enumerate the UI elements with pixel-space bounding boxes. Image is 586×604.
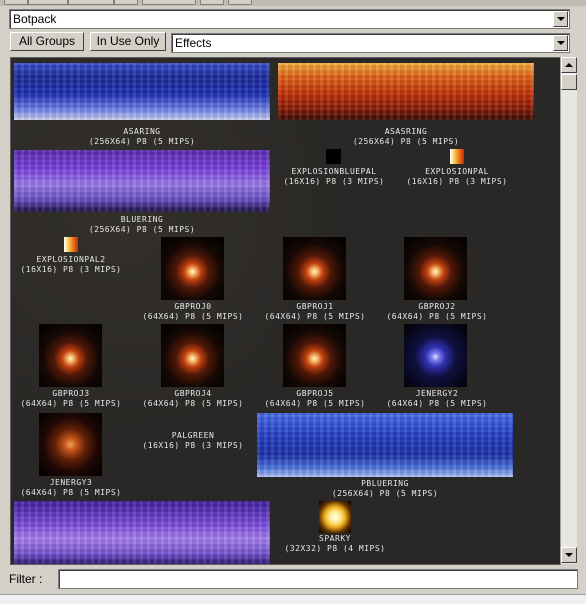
chevron-down-icon[interactable] (553, 11, 568, 27)
texture-thumbnail-gbproj1[interactable] (283, 237, 346, 300)
texture-label: EXPLOSIONPAL2 (16X16) P8 (3 MIPS) (11, 255, 131, 275)
toolbar-tab[interactable] (68, 0, 114, 5)
texture-info: (256X64) P8 (5 MIPS) (331, 489, 439, 498)
texture-info: (16X16) P8 (3 MIPS) (283, 177, 385, 186)
texture-thumbnail-asaring[interactable] (14, 63, 270, 120)
top-tab-strip (0, 0, 586, 6)
texture-name: EXPLOSIONPAL (425, 167, 489, 176)
texture-name: PALGREEN (171, 431, 215, 440)
filter-input[interactable] (58, 569, 578, 589)
texture-label: ASASRING (256X64) P8 (5 MIPS) (278, 127, 534, 147)
texture-name: SPARKY (319, 534, 351, 543)
texture-name: EXPLOSIONBLUEPAL (291, 167, 377, 176)
texture-label[interactable]: PALGREEN (16X16) P8 (3 MIPS) (133, 431, 253, 451)
texture-info: (16X16) P8 (3 MIPS) (406, 177, 508, 186)
texture-thumbnail-jenergy3[interactable] (39, 413, 102, 476)
texture-info: (256X64) P8 (5 MIPS) (352, 137, 460, 146)
texture-info: (64X64) P8 (5 MIPS) (142, 399, 244, 408)
texture-info: (64X64) P8 (5 MIPS) (20, 488, 122, 497)
texture-label: GBPROJ5 (64X64) P8 (5 MIPS) (255, 389, 375, 409)
all-groups-button[interactable]: All Groups (10, 32, 84, 51)
in-use-only-button[interactable]: In Use Only (90, 32, 166, 51)
toolbar-tab[interactable] (114, 0, 138, 5)
texture-name: BLUERING (120, 215, 164, 224)
texture-label: BLUERING (256X64) P8 (5 MIPS) (14, 215, 270, 235)
texture-browser-viewport[interactable]: ASARING (256X64) P8 (5 MIPS) ASASRING (256… (10, 57, 561, 565)
package-select[interactable]: Botpack (9, 9, 570, 29)
toolbar-tab[interactable] (142, 0, 196, 5)
filter-label: Filter : (9, 572, 43, 586)
chevron-down-icon[interactable] (553, 35, 568, 51)
texture-label: EXPLOSIONBLUEPAL (16X16) P8 (3 MIPS) (275, 167, 393, 187)
texture-name: JENERGY2 (415, 389, 459, 398)
toolbar-tab[interactable] (228, 0, 252, 5)
scroll-up-icon[interactable] (561, 57, 577, 73)
scroll-thumb[interactable] (561, 74, 577, 90)
toolbar-tab[interactable] (4, 0, 28, 5)
texture-name: GBPROJ1 (296, 302, 334, 311)
texture-info: (16X16) P8 (3 MIPS) (142, 441, 244, 450)
vertical-scrollbar[interactable] (560, 57, 577, 564)
toolbar-tab[interactable] (28, 0, 68, 5)
texture-thumbnail-explosionpal[interactable] (450, 149, 464, 164)
texture-label: ASARING (256X64) P8 (5 MIPS) (14, 127, 270, 147)
texture-label: PBLUERING (256X64) P8 (5 MIPS) (257, 479, 513, 499)
texture-info: (32X32) P8 (4 MIPS) (284, 544, 386, 553)
group-select-value: Effects (175, 36, 212, 50)
texture-name: GBPROJ3 (52, 389, 90, 398)
texture-info: (64X64) P8 (5 MIPS) (142, 312, 244, 321)
texture-info: (16X16) P8 (3 MIPS) (20, 265, 122, 274)
texture-name: EXPLOSIONPAL2 (36, 255, 106, 264)
texture-info: (256X64) P8 (5 MIPS) (88, 225, 196, 234)
texture-thumbnail-partial[interactable] (14, 501, 270, 564)
texture-thumbnail-gbproj4[interactable] (161, 324, 224, 387)
texture-thumbnail-gbproj2[interactable] (404, 237, 467, 300)
texture-thumbnail-gbproj0[interactable] (161, 237, 224, 300)
texture-name: GBPROJ5 (296, 389, 334, 398)
texture-name: GBPROJ2 (418, 302, 456, 311)
texture-label: SPARKY (32X32) P8 (4 MIPS) (275, 534, 395, 554)
texture-name: PBLUERING (361, 479, 409, 488)
texture-thumbnail-explosionpal2[interactable] (64, 237, 78, 252)
texture-thumbnail-asasring[interactable] (278, 63, 534, 120)
texture-thumbnail-pbluering[interactable] (257, 413, 513, 477)
scroll-down-icon[interactable] (561, 547, 577, 563)
texture-name: JENERGY3 (49, 478, 93, 487)
texture-thumbnail-bluering[interactable] (14, 150, 270, 212)
texture-label: EXPLOSIONPAL (16X16) P8 (3 MIPS) (398, 167, 516, 187)
texture-thumbnail-gbproj5[interactable] (283, 324, 346, 387)
group-select[interactable]: Effects (171, 33, 570, 53)
texture-thumbnail-gbproj3[interactable] (39, 324, 102, 387)
texture-label: JENERGY3 (64X64) P8 (5 MIPS) (11, 478, 131, 498)
texture-thumbnail-jenergy2[interactable] (404, 324, 467, 387)
texture-label: GBPROJ2 (64X64) P8 (5 MIPS) (377, 302, 497, 322)
toolbar-tab[interactable] (200, 0, 224, 5)
texture-name: ASARING (123, 127, 161, 136)
texture-info: (64X64) P8 (5 MIPS) (264, 399, 366, 408)
texture-label: GBPROJ0 (64X64) P8 (5 MIPS) (133, 302, 253, 322)
texture-label: GBPROJ3 (64X64) P8 (5 MIPS) (11, 389, 131, 409)
texture-info: (256X64) P8 (5 MIPS) (88, 137, 196, 146)
texture-label: JENERGY2 (64X64) P8 (5 MIPS) (377, 389, 497, 409)
texture-info: (64X64) P8 (5 MIPS) (386, 399, 488, 408)
texture-thumbnail-explosionbluepal[interactable] (326, 149, 341, 164)
texture-info: (64X64) P8 (5 MIPS) (264, 312, 366, 321)
texture-info: (64X64) P8 (5 MIPS) (20, 399, 122, 408)
texture-thumbnail-sparky[interactable] (319, 501, 351, 533)
texture-label: GBPROJ1 (64X64) P8 (5 MIPS) (255, 302, 375, 322)
texture-name: GBPROJ0 (174, 302, 212, 311)
texture-info: (64X64) P8 (5 MIPS) (386, 312, 488, 321)
texture-name: ASASRING (384, 127, 428, 136)
texture-label: GBPROJ4 (64X64) P8 (5 MIPS) (133, 389, 253, 409)
package-select-value: Botpack (13, 12, 57, 26)
texture-name: GBPROJ4 (174, 389, 212, 398)
